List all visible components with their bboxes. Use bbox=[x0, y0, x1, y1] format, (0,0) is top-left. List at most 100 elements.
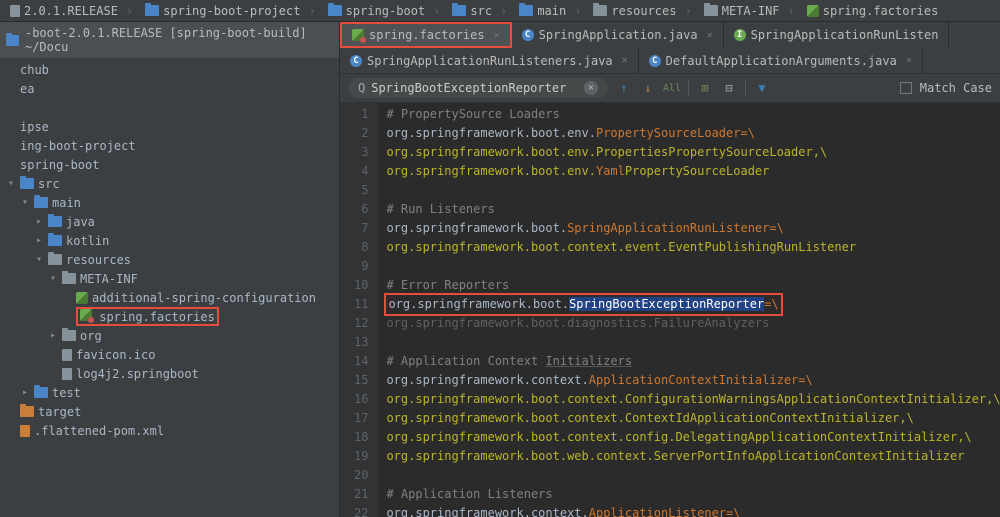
breadcrumb-item[interactable]: spring.factories bbox=[801, 4, 953, 18]
code-line[interactable]: org.springframework.boot.context.Context… bbox=[386, 409, 1000, 428]
tree-label: java bbox=[66, 215, 95, 229]
clear-search-icon[interactable]: ✕ bbox=[584, 81, 598, 95]
tree-label: src bbox=[38, 177, 60, 191]
code-line[interactable]: # Run Listeners bbox=[386, 200, 1000, 219]
tree-label: favicon.ico bbox=[76, 348, 155, 362]
code-line[interactable]: org.springframework.boot.web.context.Ser… bbox=[386, 447, 1000, 466]
find-bar: Q ✕ ↑ ↓ All ⊞ ⊟ ▼ Match Case bbox=[340, 74, 1000, 103]
breadcrumb-item[interactable]: resources bbox=[587, 4, 697, 18]
tree-node[interactable]: favicon.ico bbox=[0, 345, 339, 364]
breadcrumb-item[interactable]: spring-boot bbox=[322, 4, 447, 18]
folder-icon bbox=[704, 5, 718, 16]
editor-tab[interactable]: CSpringApplicationRunListeners.java✕ bbox=[340, 48, 639, 73]
next-match-icon[interactable]: ↓ bbox=[640, 80, 656, 96]
tree-arrow-icon[interactable]: ▾ bbox=[34, 254, 44, 265]
search-input[interactable] bbox=[371, 81, 578, 95]
tree-node[interactable]: ea bbox=[0, 79, 339, 98]
editor-tabs-row2: CSpringApplicationRunListeners.java✕CDef… bbox=[340, 48, 1000, 74]
tree-arrow-icon[interactable]: ▸ bbox=[48, 330, 58, 341]
code-line[interactable]: org.springframework.context.ApplicationL… bbox=[386, 504, 1000, 517]
search-box[interactable]: Q ✕ bbox=[348, 78, 608, 98]
file-icon bbox=[10, 5, 20, 17]
editor-tab[interactable]: CSpringApplication.java✕ bbox=[512, 22, 724, 48]
close-tab-icon[interactable]: ✕ bbox=[707, 30, 713, 41]
remove-selection-icon[interactable]: ⊟ bbox=[721, 80, 737, 96]
tree-label: additional-spring-configuration bbox=[92, 291, 316, 305]
breadcrumb-item[interactable]: src bbox=[446, 4, 513, 18]
code-line[interactable] bbox=[386, 257, 1000, 276]
code-line[interactable]: org.springframework.boot.SpringBootExcep… bbox=[386, 295, 1000, 314]
code-line[interactable]: # Application Listeners bbox=[386, 485, 1000, 504]
code-line[interactable]: org.springframework.boot.context.config.… bbox=[386, 428, 1000, 447]
tree-node[interactable]: ▸org bbox=[0, 326, 339, 345]
tree-arrow-icon[interactable]: ▾ bbox=[6, 178, 16, 189]
code-line[interactable]: org.springframework.context.ApplicationC… bbox=[386, 371, 1000, 390]
editor-tab[interactable]: CDefaultApplicationArguments.java✕ bbox=[639, 48, 923, 73]
tree-node[interactable]: spring-boot bbox=[0, 155, 339, 174]
code-line[interactable]: # PropertySource Loaders bbox=[386, 105, 1000, 124]
code-editor[interactable]: 12345678910111213141516171819202122 # Pr… bbox=[340, 103, 1000, 517]
breadcrumb-label: src bbox=[470, 4, 492, 18]
tree-node[interactable]: additional-spring-configuration bbox=[0, 288, 339, 307]
tree-node[interactable]: ▾resources bbox=[0, 250, 339, 269]
tree-node[interactable]: chub bbox=[0, 60, 339, 79]
line-number: 20 bbox=[354, 466, 368, 485]
prev-match-icon[interactable]: ↑ bbox=[616, 80, 632, 96]
tree-node[interactable]: ing-boot-project bbox=[0, 136, 339, 155]
tree-node[interactable]: target bbox=[0, 402, 339, 421]
tree-arrow-icon[interactable]: ▾ bbox=[48, 273, 58, 284]
add-selection-icon[interactable]: ⊞ bbox=[697, 80, 713, 96]
tree-node[interactable]: ipse bbox=[0, 117, 339, 136]
tree-arrow-icon[interactable]: ▸ bbox=[34, 235, 44, 246]
code-line[interactable]: org.springframework.boot.env.PropertiesP… bbox=[386, 143, 1000, 162]
tree-arrow-icon[interactable]: ▸ bbox=[34, 216, 44, 227]
breadcrumb: 2.0.1.RELEASEspring-boot-projectspring-b… bbox=[0, 0, 1000, 22]
code-line[interactable]: # Error Reporters bbox=[386, 276, 1000, 295]
editor-tab[interactable]: spring.factories✕ bbox=[340, 22, 512, 48]
tree-arrow-icon[interactable]: ▾ bbox=[20, 197, 30, 208]
select-all-icon[interactable]: All bbox=[664, 80, 680, 96]
breadcrumb-item[interactable]: META-INF bbox=[698, 4, 801, 18]
project-tree: chubea ipse ing-boot-projectspring-boot ▾ sr… bbox=[0, 58, 339, 442]
tree-node[interactable]: ▾main bbox=[0, 193, 339, 212]
code-lines[interactable]: # PropertySource Loadersorg.springframew… bbox=[378, 103, 1000, 517]
editor-area: spring.factories✕CSpringApplication.java… bbox=[340, 22, 1000, 517]
tree-node[interactable]: log4j2.springboot bbox=[0, 364, 339, 383]
breadcrumb-item[interactable]: spring-boot-project bbox=[139, 4, 322, 18]
code-line[interactable] bbox=[386, 333, 1000, 352]
tree-arrow-icon[interactable]: ▸ bbox=[20, 387, 30, 398]
close-tab-icon[interactable]: ✕ bbox=[622, 55, 628, 66]
project-title: -boot-2.0.1.RELEASE [spring-boot-build] … bbox=[25, 26, 333, 54]
tree-node[interactable]: ▾ src bbox=[0, 174, 339, 193]
tree-label: ipse bbox=[20, 120, 49, 134]
breadcrumb-item[interactable]: 2.0.1.RELEASE bbox=[4, 4, 139, 18]
folder-icon bbox=[62, 273, 76, 284]
line-number: 7 bbox=[354, 219, 368, 238]
code-line[interactable]: org.springframework.boot.env.YamlPropert… bbox=[386, 162, 1000, 181]
leaf-icon bbox=[807, 5, 819, 17]
tree-node[interactable]: ▸test bbox=[0, 383, 339, 402]
tree-node[interactable]: ▸kotlin bbox=[0, 231, 339, 250]
close-tab-icon[interactable]: ✕ bbox=[906, 55, 912, 66]
match-case-checkbox[interactable] bbox=[900, 82, 912, 94]
breadcrumb-item[interactable]: main bbox=[513, 4, 587, 18]
tree-node[interactable]: ▾META-INF bbox=[0, 269, 339, 288]
close-tab-icon[interactable]: ✕ bbox=[494, 30, 500, 41]
editor-tabs-row1: spring.factories✕CSpringApplication.java… bbox=[340, 22, 1000, 48]
code-line[interactable]: org.springframework.boot.context.event.E… bbox=[386, 238, 1000, 257]
code-line[interactable] bbox=[386, 181, 1000, 200]
tree-label: spring.factories bbox=[99, 310, 215, 324]
tree-node[interactable]: spring.factories bbox=[0, 307, 339, 326]
filter-icon[interactable]: ▼ bbox=[754, 80, 770, 96]
tree-node[interactable]: ▸ java bbox=[0, 212, 339, 231]
folder-icon bbox=[20, 406, 34, 417]
code-line[interactable]: org.springframework.boot.SpringApplicati… bbox=[386, 219, 1000, 238]
tree-node[interactable] bbox=[0, 98, 339, 117]
code-line[interactable]: org.springframework.boot.diagnostics.Fai… bbox=[386, 314, 1000, 333]
code-line[interactable]: org.springframework.boot.env.PropertySou… bbox=[386, 124, 1000, 143]
code-line[interactable] bbox=[386, 466, 1000, 485]
code-line[interactable]: # Application Context Initializers bbox=[386, 352, 1000, 371]
tree-node[interactable]: .flattened-pom.xml bbox=[0, 421, 339, 440]
code-line[interactable]: org.springframework.boot.context.Configu… bbox=[386, 390, 1000, 409]
editor-tab[interactable]: ISpringApplicationRunListen bbox=[724, 22, 950, 48]
